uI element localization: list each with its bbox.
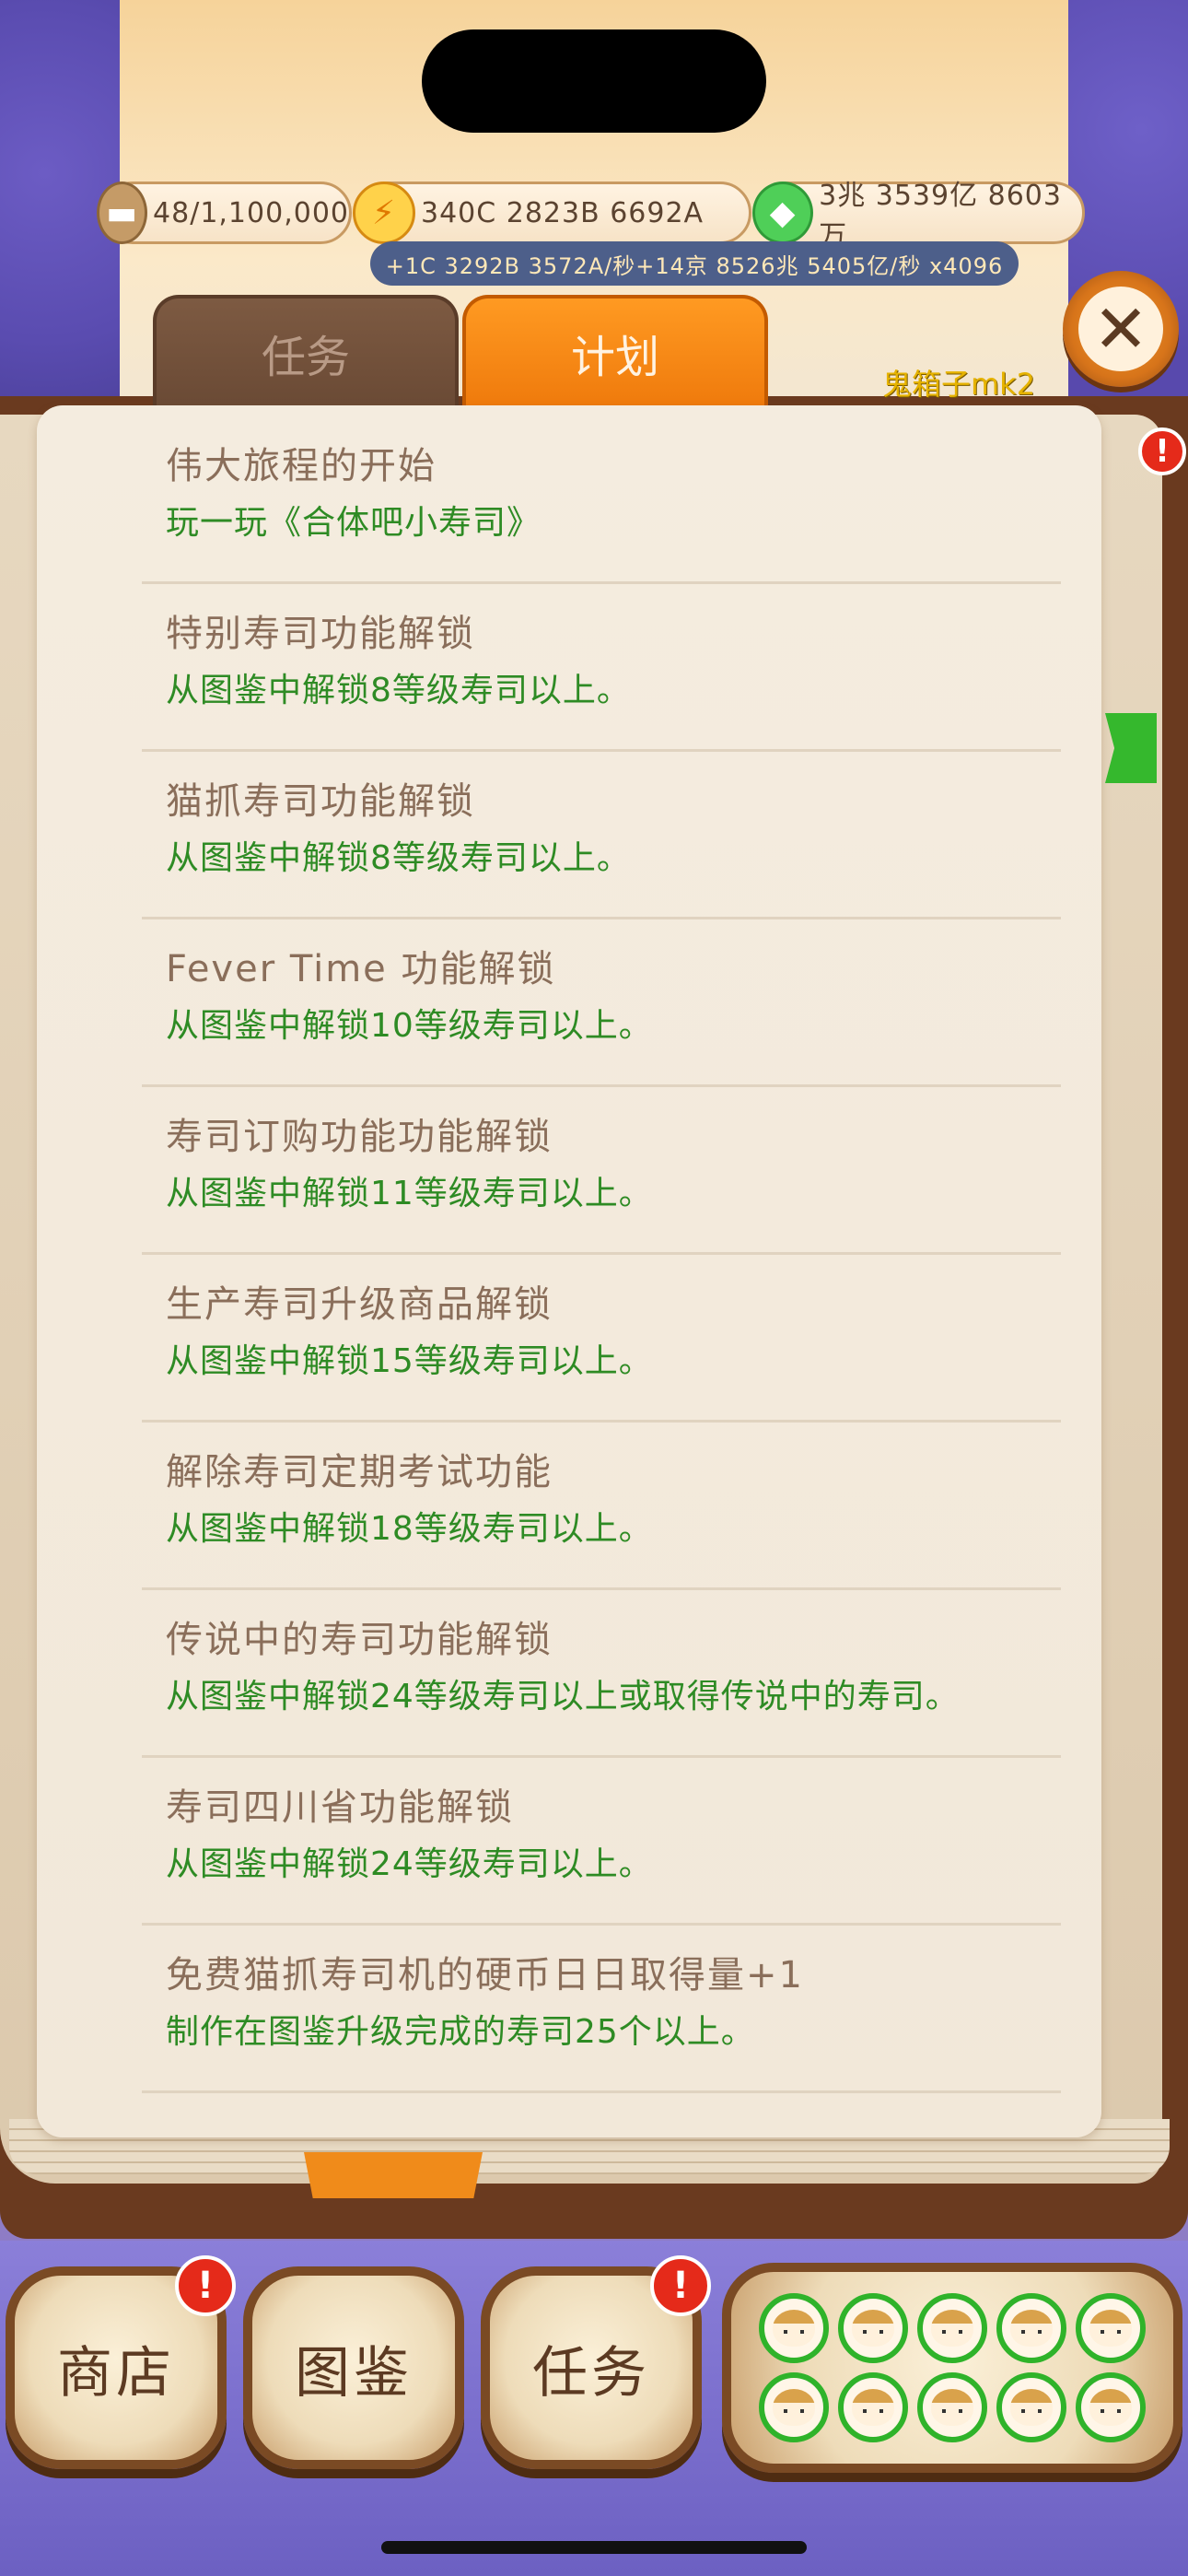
plan-desc: 从图鉴中解锁11等级寿司以上。: [166, 1175, 653, 1212]
tab-plan[interactable]: 计划: [462, 295, 768, 407]
box-icon: ▬: [97, 181, 148, 244]
plan-title: 寿司订购功能功能解锁: [166, 1116, 553, 1158]
dynamic-island: [422, 29, 766, 133]
cat-avatar-icon[interactable]: [996, 2372, 1066, 2442]
gem-counter[interactable]: ◆ 3兆 3539亿 8603万: [752, 180, 1085, 252]
task-alert-badge-icon: !: [650, 2255, 711, 2316]
list-item[interactable]: Fever Time 功能解锁 从图鉴中解锁10等级寿司以上。: [142, 919, 1061, 1087]
bookmark-ribbon: [304, 2152, 483, 2198]
cat-avatar-icon[interactable]: [1076, 2293, 1146, 2363]
list-item[interactable]: 免费猫抓寿司机的硬币日日取得量+1 制作在图鉴升级完成的寿司25个以上。: [142, 1926, 1061, 2093]
plan-desc: 从图鉴中解锁24等级寿司以上。: [166, 1845, 653, 1883]
box-counter-value: 48/1,100,000: [153, 196, 349, 229]
tab-task[interactable]: 任务: [153, 295, 459, 407]
plan-title: 寿司四川省功能解锁: [166, 1786, 514, 1829]
list-item[interactable]: 传说中的寿司功能解锁 从图鉴中解锁24等级寿司以上或取得传说中的寿司。: [142, 1590, 1061, 1758]
plan-desc: 从图鉴中解锁8等级寿司以上。: [166, 672, 631, 709]
plan-desc: 从图鉴中解锁15等级寿司以上。: [166, 1342, 653, 1380]
home-indicator[interactable]: [381, 2541, 807, 2554]
plan-title: 传说中的寿司功能解锁: [166, 1619, 553, 1661]
box-counter[interactable]: ▬ 48/1,100,000: [97, 181, 352, 244]
list-item[interactable]: 猫抓寿司功能解锁 从图鉴中解锁8等级寿司以上。: [142, 752, 1061, 919]
plan-title: 特别寿司功能解锁: [166, 613, 475, 655]
gem-icon: ◆: [752, 181, 814, 244]
cat-avatar-icon[interactable]: [917, 2293, 987, 2363]
plan-desc: 从图鉴中解锁18等级寿司以上。: [166, 1510, 653, 1548]
nav-album-button[interactable]: 图鉴: [243, 2266, 464, 2469]
plan-list: 伟大旅程的开始 玩一玩《合体吧小寿司》 特别寿司功能解锁 从图鉴中解锁8等级寿司…: [142, 416, 1061, 2093]
plan-desc: 制作在图鉴升级完成的寿司25个以上。: [166, 2013, 755, 2051]
plan-desc: 玩一玩《合体吧小寿司》: [166, 504, 542, 542]
cat-avatar-icon[interactable]: [1076, 2372, 1146, 2442]
plan-desc: 从图鉴中解锁10等级寿司以上。: [166, 1007, 653, 1045]
close-icon: ✕: [1078, 287, 1163, 371]
plan-title: 免费猫抓寿司机的硬币日日取得量+1: [166, 1954, 804, 1996]
cat-avatar-icon[interactable]: [759, 2372, 829, 2442]
list-item[interactable]: 解除寿司定期考试功能 从图鉴中解锁18等级寿司以上。: [142, 1423, 1061, 1590]
list-item[interactable]: 伟大旅程的开始 玩一玩《合体吧小寿司》: [142, 416, 1061, 584]
list-item[interactable]: 生产寿司升级商品解锁 从图鉴中解锁15等级寿司以上。: [142, 1255, 1061, 1423]
cat-avatar-icon[interactable]: [838, 2372, 908, 2442]
cat-slots-panel[interactable]: [722, 2263, 1182, 2473]
plan-title: 伟大旅程的开始: [166, 445, 437, 487]
alert-badge-icon: !: [1138, 427, 1186, 475]
cat-avatar-icon[interactable]: [838, 2293, 908, 2363]
income-rate: +1C 3292B 3572A/秒+14京 8526兆 5405亿/秒 x409…: [370, 241, 1019, 286]
plan-desc: 从图鉴中解锁24等级寿司以上或取得传说中的寿司。: [166, 1678, 960, 1715]
list-item[interactable]: 特别寿司功能解锁 从图鉴中解锁8等级寿司以上。: [142, 584, 1061, 752]
plan-title: 解除寿司定期考试功能: [166, 1451, 553, 1493]
plan-title: Fever Time 功能解锁: [166, 948, 556, 990]
close-button[interactable]: ✕: [1063, 271, 1179, 387]
cat-avatar-icon[interactable]: [996, 2293, 1066, 2363]
user-name: 鬼箱子mk2: [882, 367, 1036, 402]
list-item[interactable]: 寿司订购功能功能解锁 从图鉴中解锁11等级寿司以上。: [142, 1087, 1061, 1255]
plan-title: 生产寿司升级商品解锁: [166, 1283, 553, 1326]
cat-avatar-icon[interactable]: [917, 2372, 987, 2442]
list-item[interactable]: 寿司四川省功能解锁 从图鉴中解锁24等级寿司以上。: [142, 1758, 1061, 1926]
lightning-icon: ⚡: [353, 181, 415, 244]
energy-counter-value: 340C 2823B 6692A: [421, 196, 705, 229]
plan-title: 猫抓寿司功能解锁: [166, 780, 475, 823]
shop-alert-badge-icon: !: [175, 2255, 236, 2316]
cat-avatar-icon[interactable]: [759, 2293, 829, 2363]
energy-counter[interactable]: ⚡ 340C 2823B 6692A: [353, 181, 751, 244]
plan-desc: 从图鉴中解锁8等级寿司以上。: [166, 839, 631, 877]
